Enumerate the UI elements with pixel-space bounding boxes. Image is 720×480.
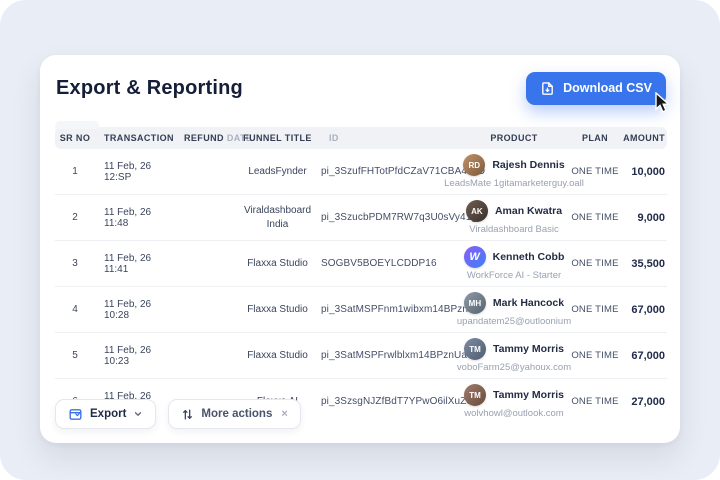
amount-cell: 35,500 [620, 258, 667, 270]
close-icon[interactable]: × [281, 408, 287, 420]
column-header-amount[interactable]: AMOUNT [620, 133, 667, 143]
customer-avatar: RD [463, 154, 485, 176]
product-cell: AK Aman Kwatra Viraldashboard Basic [458, 195, 570, 240]
customer-name: Aman Kwatra [495, 205, 562, 217]
export-icon [68, 407, 83, 422]
customer-name: Tammy Morris [493, 389, 564, 401]
amount-cell: 10,000 [620, 166, 667, 178]
transaction-id-cell: pi_3SzucbPDM7RW7q3U0sVy41gr [315, 212, 458, 223]
product-subtitle: LeadsMate 1gitamarketerguy.oall [444, 178, 584, 189]
funnel-title-cell: LeadsFynder [240, 161, 315, 183]
customer-avatar: MH [464, 292, 486, 314]
customer-name: Kenneth Cobb [493, 251, 565, 263]
funnel-title-cell: Flaxxa Studio [240, 253, 315, 275]
download-csv-button[interactable]: Download CSV [526, 72, 666, 105]
customer-avatar: AK [466, 200, 488, 222]
customer-name: Rajesh Dennis [492, 159, 564, 171]
transaction-id-cell: pi_3SzufFHTotPfdCZaV71CBA4ssO [315, 166, 458, 177]
transaction-date-cell: 11 Feb, 26 11:41 [95, 253, 175, 275]
chevron-down-icon [133, 409, 143, 419]
plan-cell: ONE TIME [570, 166, 620, 177]
download-file-icon [540, 81, 555, 96]
sr-no-cell: 4 [55, 304, 95, 315]
transactions-table: SR NO TRANSACTION REFUND DATE FUNNEL TIT… [55, 127, 667, 424]
product-subtitle: voboFarm25@yahoux.com [457, 362, 571, 373]
product-cell: RD Rajesh Dennis LeadsMate 1gitamarketer… [458, 149, 570, 194]
column-header-id[interactable]: ID [315, 133, 458, 143]
download-csv-label: Download CSV [563, 81, 652, 95]
table-row[interactable]: 5 11 Feb, 26 10:23 Flaxxa Studio pi_3Sat… [55, 333, 667, 379]
plan-cell: ONE TIME [570, 396, 620, 407]
sr-no-cell: 3 [55, 258, 95, 269]
customer-avatar: TM [464, 384, 486, 406]
product-subtitle: Viraldashboard Basic [469, 224, 559, 235]
column-header-sr-no[interactable]: SR NO [55, 133, 95, 143]
transaction-date-cell: 11 Feb, 26 10:23 [95, 345, 175, 367]
plan-cell: ONE TIME [570, 212, 620, 223]
app-background: Export & Reporting Download CSV SR NO TR… [0, 0, 720, 480]
export-button[interactable]: Export [55, 399, 156, 429]
amount-cell: 67,000 [620, 350, 667, 362]
plan-cell: ONE TIME [570, 350, 620, 361]
customer-avatar: W [464, 246, 486, 268]
more-actions-label: More actions [201, 408, 272, 420]
product-subtitle: upandatem25@outloonium [457, 316, 571, 327]
transaction-date-cell: 11 Feb, 26 10:28 [95, 299, 175, 321]
product-cell: TM Tammy Morris wolvhowl@outlook.com [458, 379, 570, 424]
card-header: Export & Reporting Download CSV [56, 55, 666, 121]
transaction-id-cell: pi_3SatMSPFnm1wibxm14BPznUa [315, 304, 458, 315]
column-header-product[interactable]: PRODUCT [458, 133, 570, 143]
transaction-date-cell: 11 Feb, 26 12:SP [95, 161, 175, 183]
table-row[interactable]: 3 11 Feb, 26 11:41 Flaxxa Studio SOGBV5B… [55, 241, 667, 287]
column-header-plan[interactable]: PLAN [570, 133, 620, 143]
transaction-id-cell: pi_3SatMSPFrwlblxm14BPznUa [315, 350, 458, 361]
funnel-title-cell: Flaxxa Studio [240, 345, 315, 367]
customer-avatar: TM [464, 338, 486, 360]
page-title: Export & Reporting [56, 77, 243, 100]
product-subtitle: WorkForce AI - Starter [467, 270, 561, 281]
table-row[interactable]: 4 11 Feb, 26 10:28 Flaxxa Studio pi_3Sat… [55, 287, 667, 333]
product-cell: TM Tammy Morris voboFarm25@yahoux.com [458, 333, 570, 378]
transaction-id-cell: SOGBV5BOEYLCDDP16 [315, 258, 458, 269]
column-header-funnel-title[interactable]: FUNNEL TITLE [240, 133, 315, 143]
customer-name: Tammy Morris [493, 343, 564, 355]
column-header-refund-date[interactable]: REFUND DATE [175, 133, 240, 143]
column-header-transaction[interactable]: TRANSACTION [95, 133, 175, 143]
amount-cell: 67,000 [620, 304, 667, 316]
export-reporting-card: Export & Reporting Download CSV SR NO TR… [40, 55, 680, 443]
table-body: 1 11 Feb, 26 12:SP LeadsFynder pi_3SzufF… [55, 149, 667, 424]
amount-cell: 27,000 [620, 396, 667, 408]
customer-name: Mark Hancock [493, 297, 564, 309]
sr-no-cell: 1 [55, 166, 95, 177]
sr-no-cell: 5 [55, 350, 95, 361]
plan-cell: ONE TIME [570, 304, 620, 315]
funnel-title-cell: Viraldashboard India [240, 200, 315, 235]
funnel-title-cell: Flaxxa Studio [240, 299, 315, 321]
transaction-id-cell: pi_3SzsgNJZfBdT7YPwO6ilXuZo [315, 396, 458, 407]
up-down-arrows-icon [181, 408, 194, 421]
product-cell: MH Mark Hancock upandatem25@outloonium [458, 287, 570, 332]
plan-cell: ONE TIME [570, 258, 620, 269]
transaction-date-cell: 11 Feb, 26 11:48 [95, 207, 175, 229]
export-label: Export [90, 408, 126, 420]
table-header-row: SR NO TRANSACTION REFUND DATE FUNNEL TIT… [55, 127, 667, 149]
footer-actions: Export More actions × [55, 399, 301, 429]
product-subtitle: wolvhowl@outlook.com [464, 408, 563, 419]
amount-cell: 9,000 [620, 212, 667, 224]
product-cell: W Kenneth Cobb WorkForce AI - Starter [458, 241, 570, 286]
table-row[interactable]: 2 11 Feb, 26 11:48 Viraldashboard India … [55, 195, 667, 241]
table-row[interactable]: 1 11 Feb, 26 12:SP LeadsFynder pi_3SzufF… [55, 149, 667, 195]
sr-no-cell: 2 [55, 212, 95, 223]
header-tab [55, 121, 99, 129]
more-actions-button[interactable]: More actions × [168, 399, 300, 429]
